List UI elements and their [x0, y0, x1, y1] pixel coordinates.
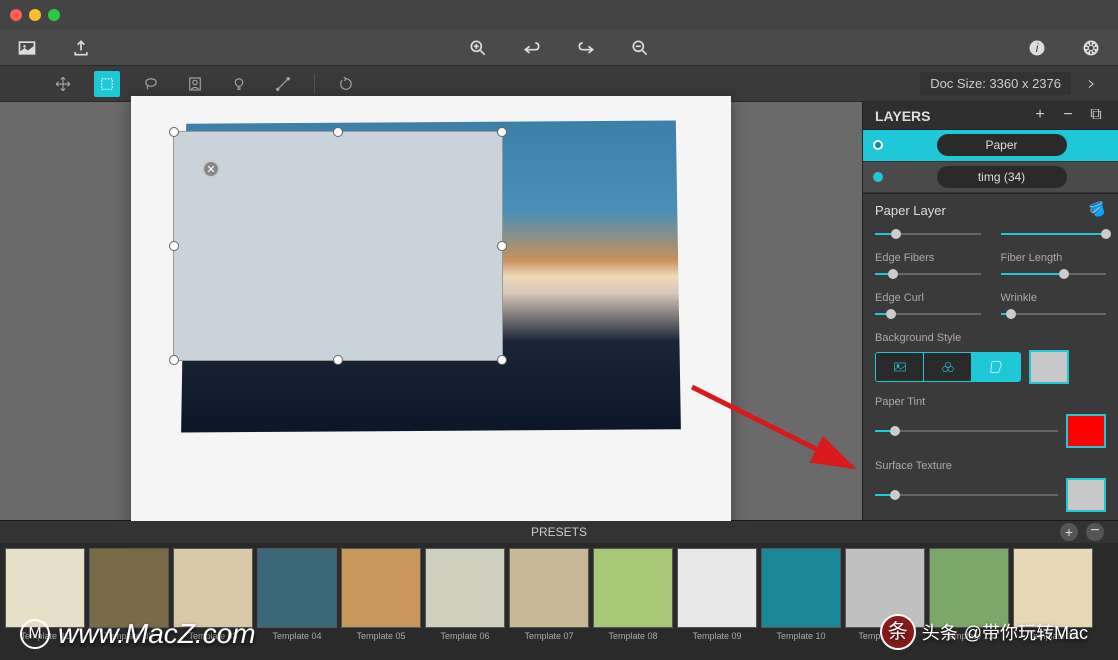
preset-label: Template 05 [341, 631, 421, 641]
top-toolbar: i [0, 30, 1118, 66]
watermark-right: 条 头条 @带你玩转Mac [880, 614, 1088, 650]
crop-tool-icon[interactable] [94, 71, 120, 97]
remove-layer-button[interactable]: − [1058, 106, 1078, 126]
layer-item[interactable]: Paper [863, 130, 1118, 161]
right-panel: LAYERS + − ⧉ Paper timg (34) Paper Layer… [862, 102, 1118, 520]
layer-name: timg (34) [937, 166, 1067, 188]
layers-title: LAYERS [875, 108, 1022, 124]
edge-curl-slider[interactable] [875, 308, 981, 320]
close-window-button[interactable] [10, 9, 22, 21]
opacity-slider-1[interactable] [875, 228, 981, 240]
resize-handle[interactable] [169, 241, 179, 251]
edge-curl-label: Edge Curl [875, 292, 981, 304]
settings-icon[interactable] [1079, 36, 1103, 60]
layer-visibility-icon[interactable] [873, 140, 883, 150]
info-icon[interactable]: i [1025, 36, 1049, 60]
watermark-left: M www.MacZ.com [20, 618, 256, 650]
remove-preset-button[interactable]: − [1086, 523, 1104, 541]
paper-layer-selection[interactable]: ✕ [173, 131, 503, 361]
preset-label: Template 09 [677, 631, 757, 641]
paint-bucket-icon[interactable]: 🪣 [1088, 200, 1109, 221]
preset-item[interactable]: Template 04 [257, 548, 337, 641]
bg-style-image-button[interactable] [876, 353, 924, 381]
document-canvas[interactable]: ✕ [131, 96, 731, 526]
bg-style-texture-button[interactable] [972, 353, 1020, 381]
add-layer-button[interactable]: + [1030, 106, 1050, 126]
maximize-window-button[interactable] [48, 9, 60, 21]
wrinkle-label: Wrinkle [1001, 292, 1107, 304]
surface-texture-slider[interactable] [875, 489, 1058, 501]
preset-item[interactable]: Template 09 [677, 548, 757, 641]
edge-fibers-label: Edge Fibers [875, 252, 981, 264]
preset-label: Template 08 [593, 631, 673, 641]
chevron-right-icon[interactable] [1079, 72, 1103, 96]
image-icon[interactable] [15, 36, 39, 60]
undo-icon[interactable] [520, 36, 544, 60]
delete-layer-icon[interactable]: ✕ [202, 160, 220, 178]
resize-handle[interactable] [169, 355, 179, 365]
fiber-length-slider[interactable] [1001, 268, 1107, 280]
resize-handle[interactable] [333, 127, 343, 137]
rotate-tool-icon[interactable] [333, 71, 359, 97]
opacity-slider-2[interactable] [1001, 228, 1107, 240]
canvas-area[interactable]: ✕ [0, 102, 862, 520]
add-preset-button[interactable]: + [1060, 523, 1078, 541]
preset-item[interactable]: Template 05 [341, 548, 421, 641]
background-style-label: Background Style [875, 332, 1106, 344]
svg-text:i: i [1036, 42, 1039, 55]
surface-texture-swatch[interactable] [1066, 478, 1106, 512]
resize-handle[interactable] [333, 355, 343, 365]
resize-handle[interactable] [169, 127, 179, 137]
preset-item[interactable]: Template 07 [509, 548, 589, 641]
fiber-length-label: Fiber Length [1001, 252, 1107, 264]
preset-label: Template 06 [425, 631, 505, 641]
doc-size-display: Doc Size: 3360 x 2376 [920, 72, 1071, 95]
preset-label: Template 07 [509, 631, 589, 641]
portrait-tool-icon[interactable] [182, 71, 208, 97]
preset-label: Template 10 [761, 631, 841, 641]
export-icon[interactable] [69, 36, 93, 60]
zoom-in-icon[interactable] [466, 36, 490, 60]
bg-style-color-button[interactable] [924, 353, 972, 381]
layers-header: LAYERS + − ⧉ [863, 102, 1118, 130]
resize-handle[interactable] [497, 127, 507, 137]
surface-texture-label: Surface Texture [875, 460, 1106, 472]
wrinkle-slider[interactable] [1001, 308, 1107, 320]
zoom-out-icon[interactable] [628, 36, 652, 60]
window-titlebar [0, 0, 1118, 30]
paper-layer-title: Paper Layer [875, 203, 946, 218]
preset-item[interactable]: Template 10 [761, 548, 841, 641]
layer-name: Paper [937, 134, 1067, 156]
texture-swatch[interactable] [1029, 350, 1069, 384]
preset-item[interactable]: Template 06 [425, 548, 505, 641]
lasso-tool-icon[interactable] [138, 71, 164, 97]
layer-visibility-icon[interactable] [873, 172, 883, 182]
minimize-window-button[interactable] [29, 9, 41, 21]
preset-item[interactable]: Template 08 [593, 548, 673, 641]
tint-color-swatch[interactable] [1066, 414, 1106, 448]
duplicate-layer-button[interactable]: ⧉ [1086, 106, 1106, 126]
redo-icon[interactable] [574, 36, 598, 60]
presets-title: PRESETS [531, 525, 587, 539]
paper-tint-label: Paper Tint [875, 396, 1106, 408]
resize-handle[interactable] [497, 355, 507, 365]
line-tool-icon[interactable] [270, 71, 296, 97]
edge-fibers-slider[interactable] [875, 268, 981, 280]
light-tool-icon[interactable] [226, 71, 252, 97]
resize-handle[interactable] [497, 241, 507, 251]
move-tool-icon[interactable] [50, 71, 76, 97]
paper-tint-slider[interactable] [875, 425, 1058, 437]
layer-item[interactable]: timg (34) [863, 162, 1118, 193]
preset-label: Template 04 [257, 631, 337, 641]
